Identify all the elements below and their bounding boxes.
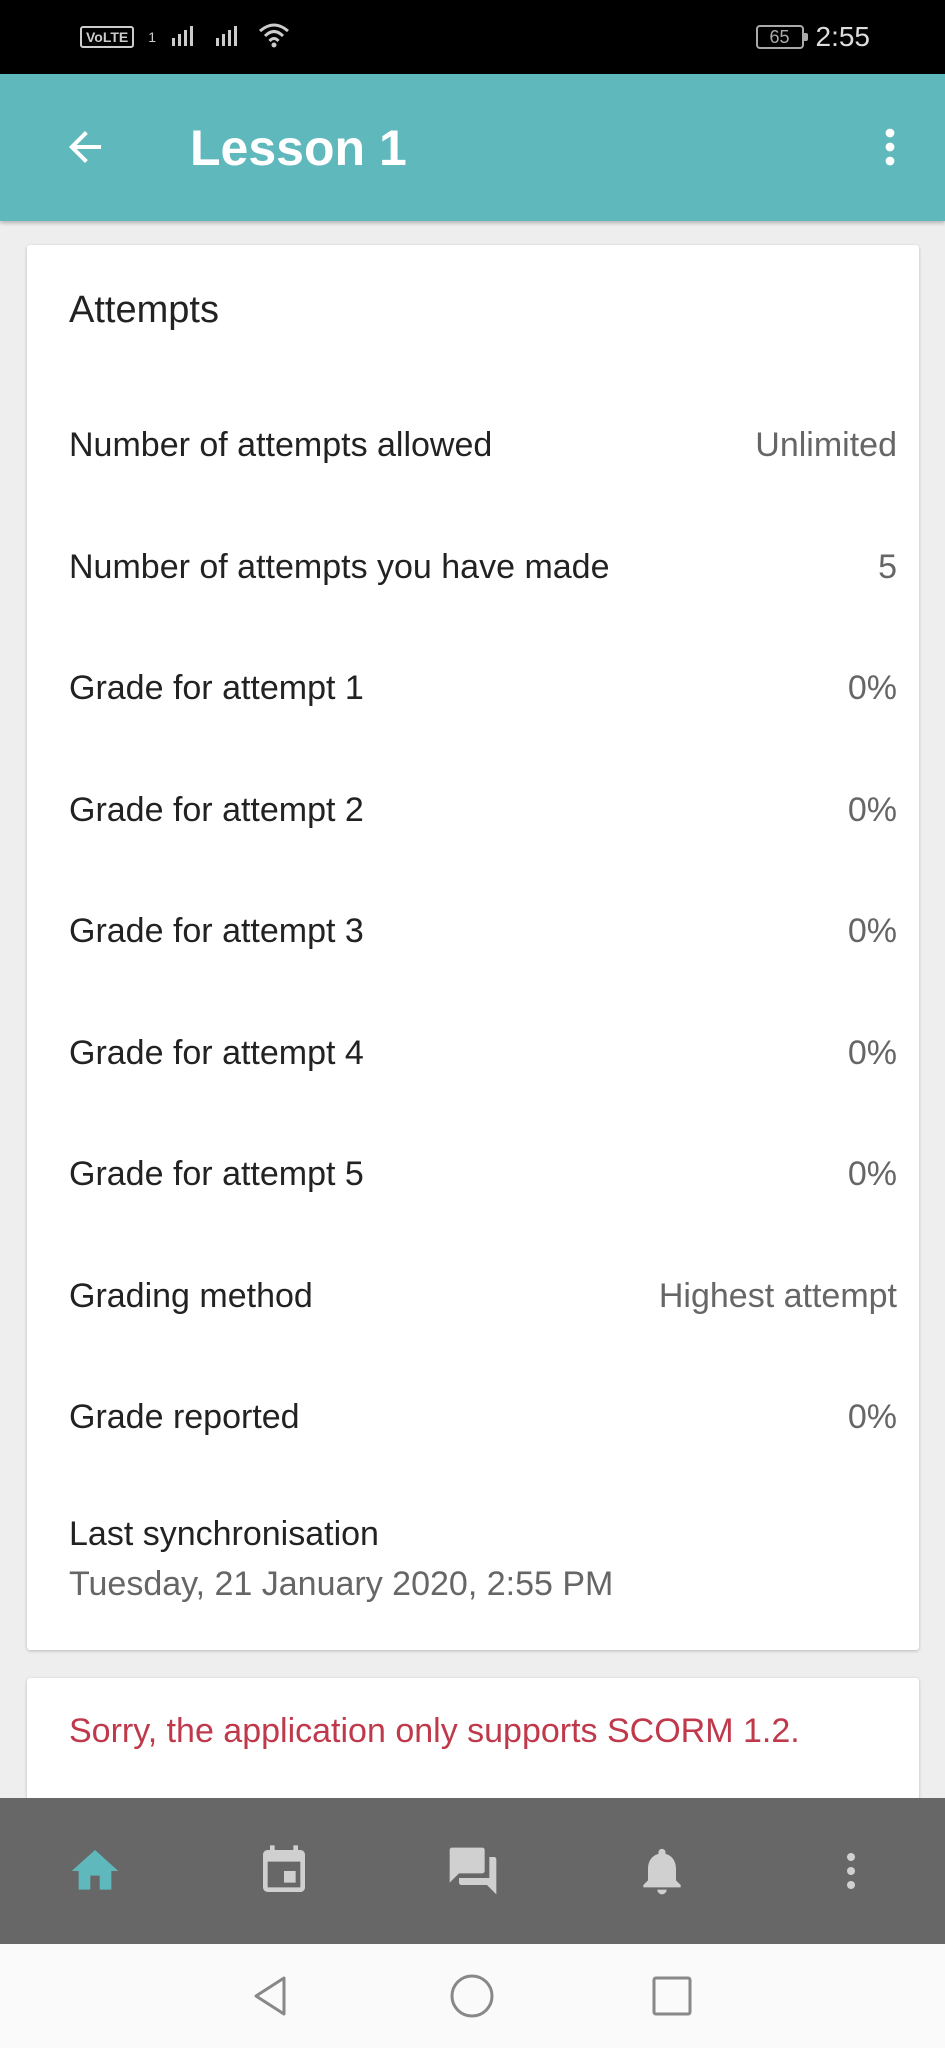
more-vert-icon — [885, 128, 895, 166]
status-right: 65 2:55 — [755, 20, 871, 54]
status-bar: VoLTE 1 65 2:55 — [0, 0, 945, 74]
status-left: VoLTE 1 — [80, 20, 290, 54]
calendar-icon — [262, 1845, 305, 1892]
sync-label: Last synchronisation — [69, 1515, 379, 1553]
home-icon — [71, 1850, 118, 1890]
notifications-icon — [642, 1848, 681, 1895]
row-label: Grade reported — [69, 1397, 300, 1436]
attempts-allowed-row: Number of attempts allowed Unlimited — [69, 415, 897, 475]
row-value: Highest attempt — [658, 1276, 897, 1315]
row-value: 0% — [847, 1397, 897, 1436]
square-recents-icon — [652, 1976, 692, 2016]
nav-messages[interactable] — [378, 1798, 567, 1944]
back-button[interactable] — [50, 112, 120, 182]
row-label: Grading method — [69, 1276, 313, 1315]
system-nav-bar — [0, 1944, 945, 2048]
grade-attempt-2-row: Grade for attempt 2 0% — [69, 780, 897, 840]
triangle-back-icon — [254, 1976, 286, 2016]
overflow-menu-button[interactable] — [855, 112, 925, 182]
grade-reported-row: Grade reported 0% — [69, 1387, 897, 1447]
row-label: Number of attempts you have made — [69, 547, 610, 586]
row-label: Grade for attempt 1 — [69, 668, 364, 707]
signal-icon-2 — [214, 22, 244, 53]
row-label: Grade for attempt 4 — [69, 1033, 364, 1072]
sync-timestamp: Tuesday, 21 January 2020, 2:55 PM — [69, 1565, 614, 1603]
nav-home[interactable] — [0, 1798, 189, 1944]
grade-attempt-3-row: Grade for attempt 3 0% — [69, 901, 897, 961]
bottom-nav — [0, 1798, 945, 1944]
row-value: 5 — [878, 547, 897, 586]
row-label: Grade for attempt 2 — [69, 790, 364, 829]
row-value: 0% — [847, 1154, 897, 1193]
grading-method-row: Grading method Highest attempt — [69, 1266, 897, 1326]
scorm-error-card: Sorry, the application only supports SCO… — [27, 1678, 919, 1808]
error-message: Sorry, the application only supports SCO… — [69, 1712, 800, 1750]
grade-attempt-1-row: Grade for attempt 1 0% — [69, 658, 897, 718]
nav-calendar[interactable] — [189, 1798, 378, 1944]
grade-attempt-4-row: Grade for attempt 4 0% — [69, 1023, 897, 1083]
app-bar: Lesson 1 — [0, 74, 945, 221]
attempts-card: Attempts Number of attempts allowed Unli… — [27, 245, 919, 1650]
row-label: Number of attempts allowed — [69, 425, 493, 464]
volte-badge: VoLTE — [80, 26, 135, 48]
row-value: 0% — [847, 911, 897, 950]
arrow-back-icon — [69, 131, 101, 163]
sim-number: 1 — [148, 29, 157, 45]
signal-icon — [170, 22, 200, 53]
wifi-icon — [258, 22, 290, 53]
system-recents-button[interactable] — [642, 1966, 702, 2026]
messages-icon — [449, 1847, 496, 1895]
page-title: Lesson 1 — [190, 120, 407, 176]
row-value: 0% — [847, 790, 897, 829]
system-home-button[interactable] — [442, 1966, 502, 2026]
row-label: Grade for attempt 3 — [69, 911, 364, 950]
row-value: 0% — [847, 668, 897, 707]
battery-icon: 65 — [755, 25, 808, 49]
row-label: Grade for attempt 5 — [69, 1154, 364, 1193]
row-value: Unlimited — [755, 425, 897, 464]
grade-attempt-5-row: Grade for attempt 5 0% — [69, 1144, 897, 1204]
card-title: Attempts — [69, 289, 219, 331]
circle-home-icon — [450, 1974, 494, 2018]
status-time: 2:55 — [815, 21, 871, 52]
nav-more[interactable] — [756, 1798, 945, 1944]
row-value: 0% — [847, 1033, 897, 1072]
nav-notifications[interactable] — [567, 1798, 756, 1944]
system-back-button[interactable] — [240, 1966, 300, 2026]
attempts-made-row: Number of attempts you have made 5 — [69, 537, 897, 597]
more-vert-icon — [846, 1853, 855, 1889]
